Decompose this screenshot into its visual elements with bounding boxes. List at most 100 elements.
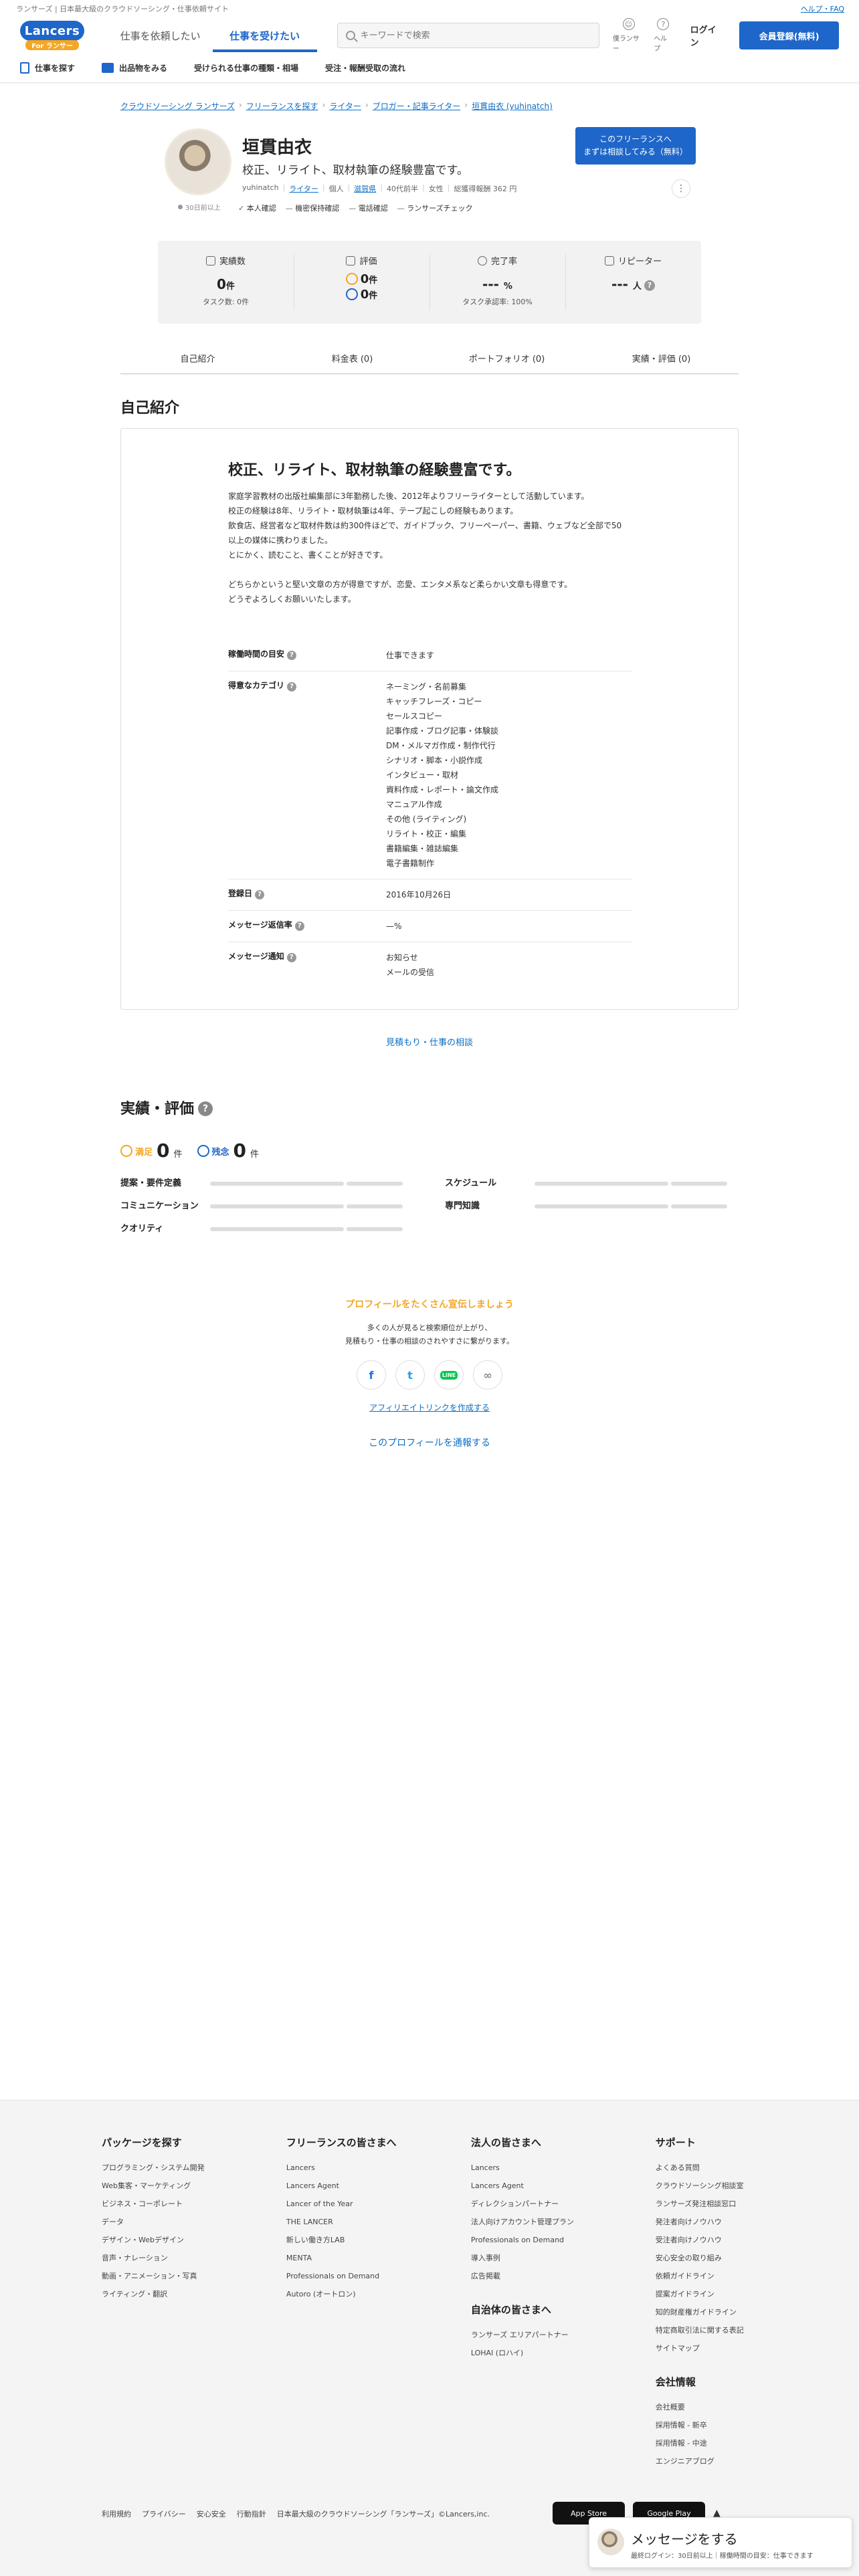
- footer-link[interactable]: Web集客・マーケティング: [102, 2177, 286, 2195]
- footer-link[interactable]: Lancers Agent: [286, 2177, 471, 2195]
- footer-link[interactable]: Lancers: [471, 2159, 656, 2177]
- footer-link[interactable]: 受注者向けノウハウ: [656, 2231, 757, 2249]
- tab-buyer[interactable]: 仕事を依頼したい: [108, 17, 213, 53]
- footer-link[interactable]: 安心安全の取り組み: [656, 2249, 757, 2267]
- footer-link[interactable]: Lancers Agent: [471, 2177, 656, 2195]
- footer-link[interactable]: ライティング・翻訳: [102, 2285, 286, 2303]
- footer-link[interactable]: ランサーズ エリアパートナー: [471, 2326, 656, 2344]
- twitter-share-button[interactable]: t: [395, 1360, 425, 1390]
- consult-link-text[interactable]: 見積もり・仕事の相談: [386, 1038, 473, 1048]
- tab-pricing[interactable]: 料金表 (0): [275, 348, 430, 373]
- footer-bottom-link[interactable]: 安心安全: [197, 2508, 226, 2519]
- copy-link-button[interactable]: ∞: [473, 1360, 502, 1390]
- help-icon[interactable]: ?: [198, 1101, 213, 1116]
- tab-intro[interactable]: 自己紹介: [120, 348, 275, 373]
- breadcrumb-item[interactable]: フリーランスを探す: [246, 100, 318, 112]
- footer-link[interactable]: 動画・アニメーション・写真: [102, 2267, 286, 2285]
- my-lancer-button[interactable]: ☺ 僕ランサー: [613, 18, 644, 53]
- footer-link[interactable]: LOHAI (ロハイ): [471, 2344, 656, 2362]
- footer-link[interactable]: エンジニアブログ: [656, 2452, 757, 2470]
- login-link[interactable]: ログイン: [690, 23, 724, 48]
- register-button[interactable]: 会員登録(無料): [739, 21, 839, 49]
- footer-link[interactable]: Lancer of the Year: [286, 2195, 471, 2213]
- help-faq-link[interactable]: ヘルプ・FAQ: [801, 3, 844, 14]
- help-icon[interactable]: ?: [287, 682, 297, 691]
- help-icon[interactable]: ?: [294, 922, 304, 931]
- lancers-logo[interactable]: Lancers For ランサー: [20, 21, 84, 50]
- footer-link[interactable]: ディレクションパートナー: [471, 2195, 656, 2213]
- footer-link[interactable]: Professionals on Demand: [471, 2231, 656, 2249]
- site-tagline: ランサーズ | 日本最大級のクラウドソーシング・仕事依頼サイト: [16, 5, 229, 13]
- footer-column-companies: 法人の皆さまへ Lancers Lancers Agent ディレクションパート…: [471, 2135, 656, 2470]
- tab-reviews[interactable]: 実績・評価 (0): [584, 348, 739, 373]
- nav-find-work[interactable]: 仕事を探す: [20, 62, 75, 74]
- help-button[interactable]: ? ヘルプ: [654, 18, 672, 53]
- footer-heading: サポート: [655, 2137, 696, 2149]
- footer-link[interactable]: デザイン・Webデザイン: [102, 2231, 286, 2249]
- footer-link[interactable]: 音声・ナレーション: [102, 2249, 286, 2267]
- footer-link[interactable]: サイトマップ: [656, 2339, 757, 2357]
- footer-link[interactable]: 新しい働き方LAB: [286, 2231, 471, 2249]
- privacy-check-label: 機密保持確認: [295, 204, 340, 213]
- footer-link[interactable]: クラウドソーシング相談室: [656, 2177, 757, 2195]
- footer-link[interactable]: データ: [102, 2213, 286, 2231]
- footer-link[interactable]: 提案ガイドライン: [656, 2285, 757, 2303]
- affiliate-link[interactable]: アフィリエイトリンクを作成する: [0, 1402, 859, 1413]
- help-icon[interactable]: ?: [286, 953, 296, 962]
- help-icon[interactable]: ?: [287, 651, 297, 660]
- search-input[interactable]: [360, 30, 588, 41]
- footer-link[interactable]: 特定商取引法に関する表記: [656, 2321, 757, 2339]
- footer-link[interactable]: 導入事例: [471, 2249, 656, 2267]
- row-value: 仕事できます: [386, 651, 435, 660]
- footer-link[interactable]: よくある質問: [656, 2159, 757, 2177]
- message-floating-button[interactable]: メッセージをする 最終ログイン：30日前以上｜稼働時間の目安：仕事できます: [589, 2517, 852, 2568]
- footer-link[interactable]: Lancers: [286, 2159, 471, 2177]
- footer-link[interactable]: ランサーズ発注相談窓口: [656, 2195, 757, 2213]
- footer-link[interactable]: Professionals on Demand: [286, 2267, 471, 2285]
- footer-link[interactable]: 法人向けアカウント管理プラン: [471, 2213, 656, 2231]
- tab-portfolio[interactable]: ポートフォリオ (0): [430, 348, 584, 373]
- footer-bottom-link[interactable]: 利用規約: [102, 2508, 131, 2519]
- consult-freelancer-button[interactable]: このフリーランスへ まずは相談してみる（無料）: [575, 127, 696, 165]
- footer-column-packages: パッケージを探す プログラミング・システム開発 Web集客・マーケティング ビジ…: [102, 2135, 286, 2470]
- footer-link[interactable]: 会社概要: [656, 2398, 757, 2416]
- more-options-button[interactable]: ⋮: [672, 179, 690, 198]
- footer-link[interactable]: 知的財産権ガイドライン: [656, 2303, 757, 2321]
- breadcrumb-item[interactable]: 垣貫由衣 (yuhinatch): [472, 100, 553, 112]
- rating-bar: [210, 1204, 403, 1208]
- review-criterion: クオリティ: [120, 1222, 411, 1236]
- breadcrumb-item[interactable]: ライター: [329, 100, 361, 112]
- search-box[interactable]: [337, 23, 599, 48]
- line-share-button[interactable]: LINE: [434, 1360, 464, 1390]
- footer-bottom-link[interactable]: プライバシー: [142, 2508, 186, 2519]
- profile-job-link[interactable]: ライター: [289, 183, 318, 194]
- footer-link[interactable]: Autoro (オートロン): [286, 2285, 471, 2303]
- nav-items[interactable]: 出品物をみる: [102, 62, 167, 74]
- nav-categories[interactable]: 受けられる仕事の種類・相場: [194, 62, 298, 74]
- meta-separator: |: [447, 183, 450, 192]
- lancer-check: — ランサーズチェック: [397, 203, 473, 213]
- footer-link[interactable]: 採用情報 - 中途: [656, 2434, 757, 2452]
- footer-link[interactable]: 発注者向けノウハウ: [656, 2213, 757, 2231]
- breadcrumb-separator: ›: [322, 100, 326, 110]
- footer-link[interactable]: ビジネス・コーポレート: [102, 2195, 286, 2213]
- breadcrumb-item[interactable]: ブロガー・記事ライター: [373, 100, 461, 112]
- footer-link[interactable]: 依頼ガイドライン: [656, 2267, 757, 2285]
- tab-seller[interactable]: 仕事を受けたい: [212, 17, 317, 53]
- help-icon[interactable]: ?: [255, 890, 265, 899]
- facebook-share-button[interactable]: f: [357, 1360, 386, 1390]
- dash-icon: —: [397, 204, 405, 213]
- breadcrumb-item[interactable]: クラウドソーシング ランサーズ: [120, 100, 235, 112]
- footer-link[interactable]: プログラミング・システム開発: [102, 2159, 286, 2177]
- footer-bottom-link[interactable]: 行動指針: [237, 2508, 266, 2519]
- top-strip: ランサーズ | 日本最大級のクラウドソーシング・仕事依頼サイト ヘルプ・FAQ: [0, 0, 859, 17]
- profile-location-link[interactable]: 滋賀県: [354, 183, 376, 194]
- footer-link[interactable]: THE LANCER: [286, 2213, 471, 2231]
- nav-flow[interactable]: 受注・報酬受取の流れ: [325, 62, 405, 74]
- footer-link[interactable]: MENTA: [286, 2249, 471, 2267]
- stat-completion: 完了率 --- % タスク承認率: 100%: [430, 241, 565, 324]
- footer-link[interactable]: 広告掲載: [471, 2267, 656, 2285]
- footer-link[interactable]: 採用情報 - 新卒: [656, 2416, 757, 2434]
- help-icon[interactable]: ?: [644, 280, 655, 291]
- report-profile-link[interactable]: このプロフィールを通報する: [0, 1436, 859, 1449]
